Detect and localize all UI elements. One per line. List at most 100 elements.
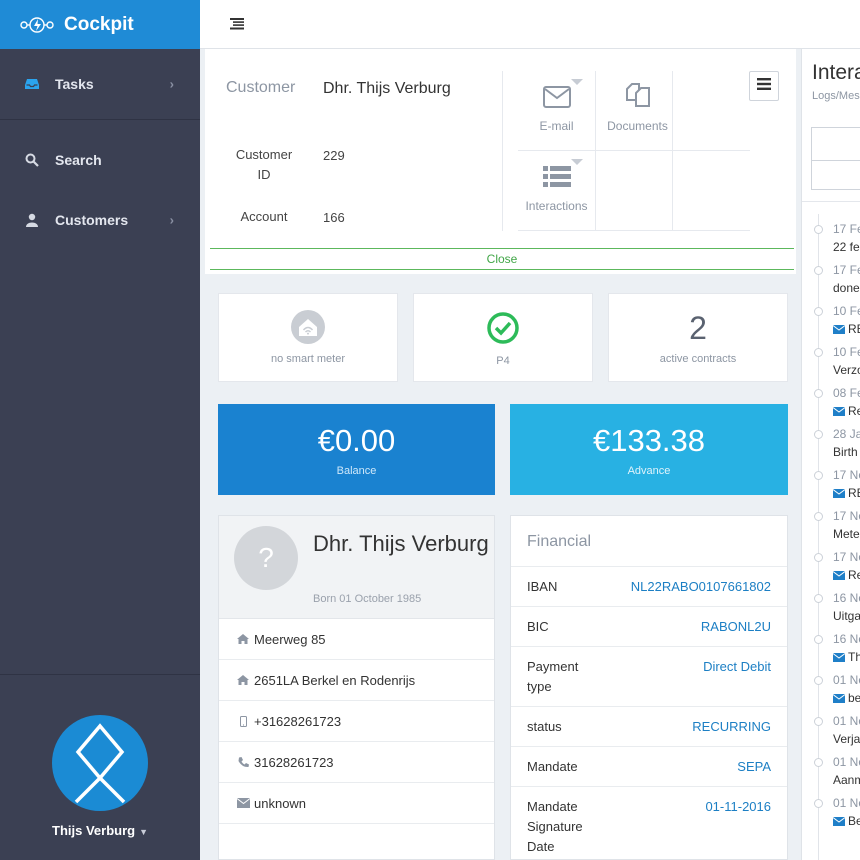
timeline-text-value: Aanm [833, 773, 860, 787]
brand-bar[interactable]: Cockpit [0, 0, 200, 49]
p4-stat: P4 [413, 293, 593, 382]
timeline-text-value: Verja [833, 732, 860, 746]
timeline-text-value: Mete [833, 527, 860, 541]
timeline-item[interactable]: 01 No Verja [802, 710, 860, 751]
address-city-row: 2651LA Berkel en Rodenrijs [219, 660, 494, 701]
timeline-date: 17 No [833, 509, 860, 523]
iban-value[interactable]: NL22RABO0107661802 [631, 577, 771, 597]
timeline-item[interactable]: 17 No Re [802, 546, 860, 587]
timeline-text: Verzo [833, 363, 860, 377]
timeline-item[interactable]: 01 No Be [802, 792, 860, 833]
caret-down-icon [571, 79, 583, 85]
home-icon [236, 675, 250, 685]
account-value: 166 [323, 210, 345, 225]
status-value[interactable]: RECURRING [692, 717, 771, 737]
timeline-date: 08 Fe [833, 386, 860, 400]
balance-tile: €0.00 Balance [218, 404, 495, 495]
timeline-item[interactable]: 01 No Aanm [802, 751, 860, 792]
timeline-text-value: RE [848, 322, 860, 336]
timeline-text: be [833, 691, 860, 705]
documents-button[interactable]: Documents [599, 71, 676, 151]
timeline-text-value: Th [848, 650, 860, 664]
interactions-filter-input[interactable] [811, 127, 860, 161]
timeline-text: Re [833, 404, 860, 418]
phone-number: 31628261723 [254, 754, 334, 770]
financial-title: Financial [511, 516, 787, 567]
user-box: Thijs Verburg ▼ [0, 674, 200, 860]
timeline-dot-icon [814, 389, 823, 398]
timeline-item[interactable]: 01 No be [802, 669, 860, 710]
timeline-text: Aanm [833, 773, 860, 787]
timeline-dot-icon [814, 225, 823, 234]
interactions-button[interactable]: Interactions [518, 151, 595, 231]
phone-icon [236, 756, 250, 768]
menu-toggle-icon[interactable] [230, 17, 244, 35]
financial-row-iban: IBAN NL22RABO0107661802 [511, 567, 787, 607]
timeline-text-value: Verzo [833, 363, 860, 377]
timeline-dot-icon [814, 635, 823, 644]
timeline-text: Birth [833, 445, 858, 459]
timeline-item[interactable]: 17 No Mete [802, 505, 860, 546]
timeline-item[interactable]: 10 Fe RE [802, 300, 860, 341]
user-menu[interactable]: Thijs Verburg ▼ [52, 823, 148, 838]
timeline-text: RE [833, 322, 860, 336]
envelope-icon [236, 798, 250, 808]
timeline-text: Uitga [833, 609, 860, 623]
bic-value[interactable]: RABONL2U [701, 617, 771, 637]
envelope-icon [833, 652, 845, 662]
timeline-text-value: Birth [833, 445, 858, 459]
interactions-search-input[interactable] [811, 160, 860, 190]
timeline-text: RE [833, 486, 860, 500]
customer-id-label: Customer ID [235, 147, 293, 182]
timeline-item[interactable]: 17 Fe done [802, 259, 860, 300]
payment-type-value[interactable]: Direct Debit [703, 657, 771, 697]
mobile-row: +31628261723 [219, 701, 494, 742]
mandate-value[interactable]: SEPA [737, 757, 771, 777]
customer-menu-button[interactable] [749, 71, 779, 101]
timeline-item[interactable]: 17 Fe 22 fe [802, 218, 860, 259]
envelope-icon [542, 86, 571, 111]
mandate-date-value[interactable]: 01-11-2016 [705, 797, 771, 857]
email-button[interactable]: E-mail [518, 71, 595, 151]
inbox-icon [24, 78, 40, 90]
timeline-text-value: Re [848, 404, 860, 418]
customer-card: Customer Dhr. Thijs Verburg Customer ID … [205, 49, 796, 274]
interactions-title: Intera [812, 61, 860, 84]
timeline-item[interactable]: 28 Ja Birth [802, 423, 860, 464]
timeline-date: 10 Fe [833, 304, 860, 318]
smart-meter-stat: no smart meter [218, 293, 398, 382]
sidebar-item-search[interactable]: Search [0, 130, 200, 190]
profile-name: Dhr. Thijs Verburg [313, 531, 489, 556]
timeline-date: 10 Fe [833, 345, 860, 359]
timeline-item[interactable]: 08 Fe Re [802, 382, 860, 423]
financial-row-bic: BIC RABONL2U [511, 607, 787, 647]
timeline-item[interactable]: 17 No RE [802, 464, 860, 505]
timeline-item[interactable]: 16 No Uitga [802, 587, 860, 628]
timeline-item[interactable]: 10 Fe Verzo [802, 341, 860, 382]
avatar[interactable] [52, 715, 148, 811]
hamburger-icon [757, 77, 771, 95]
sidebar-item-tasks[interactable]: Tasks › [0, 49, 200, 120]
sidebar-item-customers[interactable]: Customers › [0, 190, 200, 250]
mobile-icon [236, 715, 250, 727]
sidebar-item-label: Customers [55, 212, 129, 228]
close-button[interactable]: Close [210, 248, 794, 270]
top-bar [200, 0, 860, 49]
timeline-dot-icon [814, 430, 823, 439]
financial-row-status: status RECURRING [511, 707, 787, 747]
check-circle-icon [487, 312, 519, 347]
envelope-icon [833, 406, 845, 416]
timeline-date: 01 No [833, 714, 860, 728]
timeline-dot-icon [814, 266, 823, 275]
address-row: Meerweg 85 [219, 619, 494, 660]
chevron-right-icon: › [169, 212, 174, 228]
timeline-text: Be [833, 814, 860, 828]
mandate-date-label: Mandate Signature Date [527, 799, 583, 854]
caret-down-icon [571, 159, 583, 165]
timeline-item[interactable]: 16 No Th [802, 628, 860, 669]
timeline-text: done [833, 281, 860, 295]
financial-row-payment-type: Payment type Direct Debit [511, 647, 787, 707]
interactions-subtitle: Logs/Mes [812, 90, 860, 102]
profile-card: ? Dhr. Thijs Verburg Born 01 October 198… [218, 515, 495, 860]
timeline-text: Th [833, 650, 860, 664]
